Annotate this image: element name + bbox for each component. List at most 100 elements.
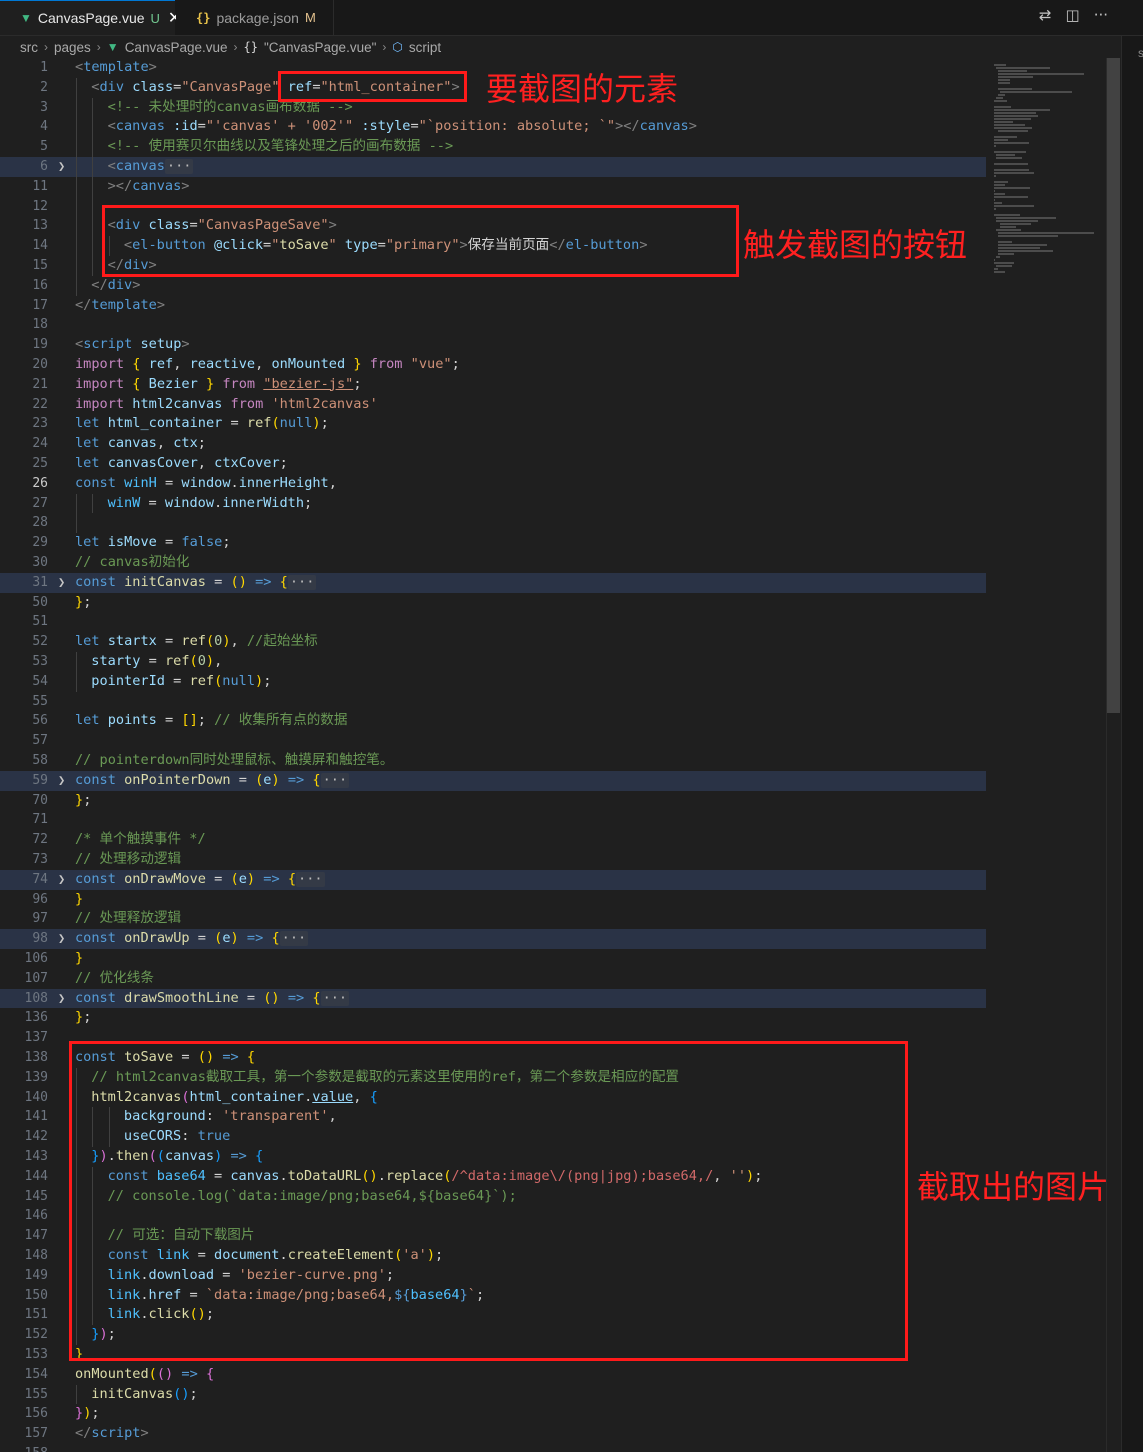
tab-canvaspage-vue[interactable]: ▼ CanvasPage.vue U ✕ xyxy=(0,0,181,35)
minimap-line xyxy=(996,265,1012,267)
indent-guide xyxy=(92,196,94,217)
code-line[interactable]: 156}); xyxy=(0,1404,986,1424)
code-line[interactable]: 56 let points = []; // 收集所有点的数据 xyxy=(0,711,986,731)
folded-ellipsis[interactable]: ··· xyxy=(164,159,194,174)
chevron-right-icon: › xyxy=(382,40,387,54)
code-text: let points = []; // 收集所有点的数据 xyxy=(75,712,348,729)
code-line[interactable]: 50}; xyxy=(0,593,986,613)
minimap-line xyxy=(996,229,1022,231)
tab-package-json[interactable]: {} package.json M xyxy=(176,0,334,35)
code-text: <template> xyxy=(75,59,157,75)
code-line[interactable]: 107 // 优化线条 xyxy=(0,969,986,989)
code-line[interactable]: 72 /* 单个触摸事件 */ xyxy=(0,830,986,850)
code-line[interactable]: 18 xyxy=(0,315,986,335)
code-line[interactable]: 54 pointerId = ref(null); xyxy=(0,671,986,692)
breadcrumb-item-pages[interactable]: pages xyxy=(54,40,91,55)
code-line[interactable]: 22 import html2canvas from 'html2canvas' xyxy=(0,395,986,415)
indent-guide xyxy=(76,117,77,138)
code-line[interactable]: 136}; xyxy=(0,1008,986,1028)
more-actions-icon[interactable]: ··· xyxy=(1094,6,1108,24)
breadcrumb-item-file[interactable]: CanvasPage.vue xyxy=(125,40,228,55)
minimap-line xyxy=(994,202,1003,204)
code-line[interactable]: 53 starty = ref(0), xyxy=(0,652,986,672)
fold-chevron-icon[interactable]: ❯ xyxy=(58,989,65,1009)
breadcrumb-item-src[interactable]: src xyxy=(20,40,38,55)
code-line[interactable]: 52 let startx = ref(0), //起始坐标 xyxy=(0,632,986,652)
code-line[interactable]: 108 ❯ const drawSmoothLine = () => {··· xyxy=(0,988,986,1009)
minimap-line xyxy=(994,142,1029,144)
symbol-cube-icon: ⬡ xyxy=(392,40,403,54)
folded-ellipsis[interactable]: ··· xyxy=(287,574,317,590)
code-line[interactable]: 158 xyxy=(0,1444,986,1452)
breadcrumb-item-module[interactable]: "CanvasPage.vue" xyxy=(264,40,376,55)
scrollbar-thumb[interactable] xyxy=(1107,58,1120,713)
fold-chevron-icon[interactable]: ❯ xyxy=(58,573,65,593)
code-line[interactable]: 28 xyxy=(0,513,986,534)
indent-guide xyxy=(76,157,77,177)
code-line[interactable]: 29 let isMove = false; xyxy=(0,533,986,553)
line-number: 138 xyxy=(24,1050,48,1065)
line-number: 17 xyxy=(32,297,48,313)
code-line[interactable]: 4 <canvas :id="'canvas' + '002'" :style="… xyxy=(0,117,986,138)
code-line[interactable]: 98 ❯ const onDrawUp = (e) => {··· xyxy=(0,929,986,949)
code-line[interactable]: 27 winW = window.innerWidth; xyxy=(0,493,986,514)
code-line[interactable]: 30 // canvas初始化 xyxy=(0,553,986,573)
code-line[interactable]: 154 onMounted(() => { xyxy=(0,1365,986,1385)
fold-chevron-icon[interactable]: ❯ xyxy=(58,870,65,890)
code-line[interactable]: 19 <script setup> xyxy=(0,335,986,355)
compare-changes-icon[interactable]: ⇄ xyxy=(1039,6,1052,24)
code-line[interactable]: 21 import { Bezier } from "bezier-js"; xyxy=(0,375,986,395)
code-line[interactable]: 74 ❯ const onDrawMove = (e) => {··· xyxy=(0,869,986,890)
fold-chevron-icon[interactable]: ❯ xyxy=(58,929,65,949)
line-number: 14 xyxy=(32,238,48,254)
line-number: 57 xyxy=(32,733,48,749)
code-line[interactable]: 26 const winH = window.innerHeight, xyxy=(0,474,986,494)
minimap[interactable] xyxy=(990,58,1105,308)
line-number: 142 xyxy=(24,1129,48,1145)
line-number: 150 xyxy=(24,1287,48,1303)
code-line[interactable]: 58 // pointerdown同时处理鼠标、触摸屏和触控笔。 xyxy=(0,751,986,771)
folded-ellipsis[interactable]: ··· xyxy=(279,931,309,947)
code-line[interactable]: 17 </template> xyxy=(0,296,986,316)
code-line[interactable]: 11 ></canvas> xyxy=(0,176,986,197)
code-line[interactable]: 5 <!-- 使用赛贝尔曲线以及笔锋处理之后的画布数据 --> xyxy=(0,137,986,157)
code-line[interactable]: 57 xyxy=(0,731,986,751)
code-line[interactable]: 55 xyxy=(0,692,986,712)
line-number: 24 xyxy=(32,436,48,452)
folded-ellipsis[interactable]: ··· xyxy=(296,871,325,887)
tab-status-badge: M xyxy=(304,10,316,25)
code-line[interactable]: 23 let html_container = ref(null); xyxy=(0,414,986,434)
code-line[interactable]: 16 </div> xyxy=(0,275,986,296)
code-line[interactable]: 73 // 处理移动逻辑 xyxy=(0,850,986,870)
code-line[interactable]: 106} xyxy=(0,949,986,969)
fold-chevron-icon[interactable]: ❯ xyxy=(58,157,65,177)
minimap-line xyxy=(998,94,1006,96)
code-line[interactable]: 20 import { ref, reactive, onMounted } fr… xyxy=(0,355,986,375)
indent-guide xyxy=(92,97,94,118)
code-line[interactable]: 51 xyxy=(0,612,986,632)
code-line[interactable]: 25 let canvasCover, ctxCover; xyxy=(0,454,986,474)
code-line[interactable]: 24 let canvas, ctx; xyxy=(0,434,986,454)
minimap-line xyxy=(996,220,1038,222)
fold-chevron-icon[interactable]: ❯ xyxy=(58,771,65,791)
breadcrumb-item-script[interactable]: script xyxy=(409,40,441,55)
code-line[interactable]: 97 // 处理释放逻辑 xyxy=(0,909,986,929)
code-line[interactable]: 6 ❯ <canvas ··· xyxy=(0,157,986,177)
folded-ellipsis[interactable]: ··· xyxy=(320,772,350,788)
split-editor-icon[interactable]: ◫ xyxy=(1066,6,1080,24)
line-number: 21 xyxy=(32,376,48,392)
code-line[interactable]: 96} xyxy=(0,890,986,910)
code-line[interactable]: 70}; xyxy=(0,791,986,811)
code-line[interactable]: 71 xyxy=(0,810,986,830)
minimap-line xyxy=(998,130,1028,132)
code-line[interactable]: 157 </script> xyxy=(0,1424,986,1444)
indent-guide xyxy=(92,216,94,237)
indent-guide xyxy=(76,1384,77,1405)
code-text: } xyxy=(75,950,84,966)
minimap-line xyxy=(998,235,1058,237)
minimap-line xyxy=(996,157,1023,159)
code-line[interactable]: 155 initCanvas(); xyxy=(0,1384,986,1405)
folded-ellipsis[interactable]: ··· xyxy=(320,990,350,1006)
code-line[interactable]: 59 ❯ const onPointerDown = (e) => {··· xyxy=(0,770,986,791)
code-line[interactable]: 31 ❯ const initCanvas = () => {··· xyxy=(0,572,986,593)
